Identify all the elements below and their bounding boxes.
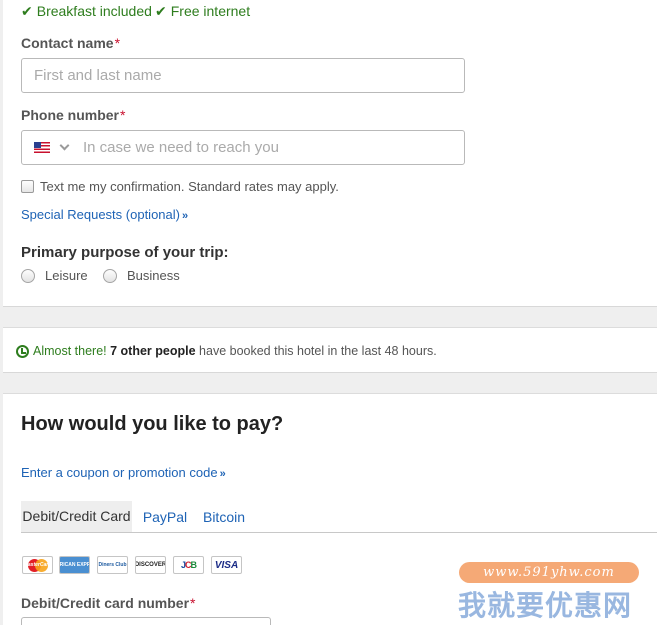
us-flag-icon[interactable] xyxy=(34,142,50,153)
tab-paypal[interactable]: PayPal xyxy=(137,501,193,532)
amenity-breakfast: ✔ Breakfast included xyxy=(21,3,152,19)
double-chevron-down-icon: » xyxy=(219,468,226,480)
coupon-link[interactable]: Enter a coupon or promotion code» xyxy=(21,465,226,480)
phone-number-input[interactable]: In case we need to reach you xyxy=(21,130,465,165)
double-chevron-down-icon: » xyxy=(181,210,189,222)
radio-leisure-label: Leisure xyxy=(45,268,88,283)
discover-icon: DISCOVER xyxy=(135,556,166,574)
payment-heading: How would you like to pay? xyxy=(21,413,284,435)
mastercard-icon: MasterCard xyxy=(22,556,53,574)
contact-name-label: Contact name* xyxy=(21,35,121,51)
radio-leisure[interactable] xyxy=(21,269,35,283)
tab-debit-credit-card[interactable]: Debit/Credit Card xyxy=(21,501,132,532)
special-requests-link[interactable]: Special Requests (optional)» xyxy=(21,207,188,222)
jcb-icon: JCB xyxy=(173,556,204,574)
checkmark-icon: ✔ xyxy=(155,3,167,19)
watermark-text: 我就要优惠网 xyxy=(458,589,633,622)
amex-icon: AMERICAN EXPRESS xyxy=(59,556,90,574)
clock-icon xyxy=(16,345,29,358)
contact-name-input[interactable]: First and last name xyxy=(21,58,465,93)
phone-number-label: Phone number* xyxy=(21,107,126,123)
amenity-internet: ✔ Free internet xyxy=(155,3,251,19)
radio-business-label: Business xyxy=(127,268,180,283)
contact-details-card: ✔ Breakfast included ✔ Free internet Conta… xyxy=(3,0,657,307)
card-number-label: Debit/Credit card number* xyxy=(21,595,196,611)
tab-bitcoin[interactable]: Bitcoin xyxy=(198,501,250,532)
trip-purpose-question: Primary purpose of your trip: xyxy=(21,244,229,261)
radio-business[interactable] xyxy=(103,269,117,283)
urgency-banner: Almost there! 7 other people have booked… xyxy=(3,327,657,373)
visa-icon: VISA xyxy=(211,556,242,574)
tabs-divider xyxy=(21,532,657,533)
diners-club-icon: Diners Club xyxy=(97,556,128,574)
urgency-message: Almost there! 7 other people have booked… xyxy=(33,344,437,358)
card-number-input[interactable] xyxy=(21,617,271,625)
checkmark-icon: ✔ xyxy=(21,3,33,19)
sms-confirmation-checkbox[interactable] xyxy=(21,180,34,193)
chevron-down-icon[interactable] xyxy=(59,140,70,151)
watermark-url: www.591yhw.com xyxy=(459,562,639,583)
sms-confirmation-text: Text me my confirmation. Standard rates … xyxy=(40,179,339,194)
